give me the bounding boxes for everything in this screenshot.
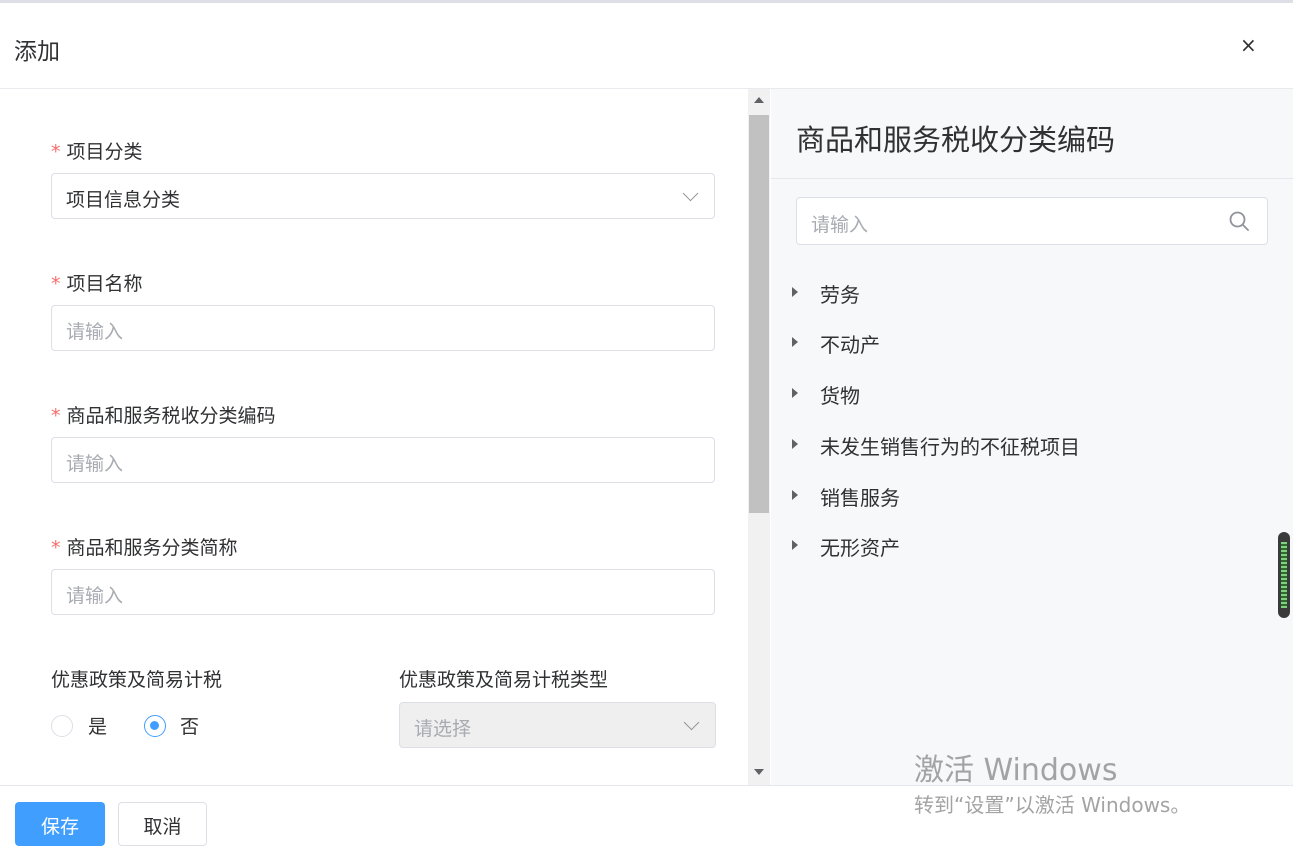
category-label-text: 项目分类 xyxy=(66,141,143,163)
tree-item-label: 劳务 xyxy=(820,283,860,307)
form-panel: * 项目分类 项目信息分类 * 项目名称 请输入 * 商品和服务税收分类编码 请输入 … xyxy=(0,89,748,785)
search-icon[interactable] xyxy=(1229,211,1249,231)
category-label: * 项目分类 xyxy=(51,137,143,164)
name-label: * 项目名称 xyxy=(51,269,143,296)
scroll-up-arrow-icon[interactable] xyxy=(754,97,764,103)
tax-search-input[interactable]: 请输入 xyxy=(796,197,1268,245)
radio-no-label[interactable]: 否 xyxy=(180,712,199,739)
short-name-placeholder: 请输入 xyxy=(66,585,124,607)
radio-yes-label[interactable]: 是 xyxy=(88,712,107,739)
tax-code-input[interactable]: 请输入 xyxy=(51,437,715,483)
tree-item-label: 不动产 xyxy=(820,333,880,357)
caret-right-icon[interactable] xyxy=(792,490,798,500)
windows-activation-watermark: 激活 Windows 转到“设置”以激活 Windows。 xyxy=(914,753,1190,819)
name-placeholder: 请输入 xyxy=(66,321,124,343)
preferential-type-placeholder: 请选择 xyxy=(414,718,472,740)
name-input[interactable]: 请输入 xyxy=(51,305,715,351)
tax-code-label-text: 商品和服务税收分类编码 xyxy=(66,405,276,427)
chevron-down-icon xyxy=(683,714,700,731)
short-name-label: * 商品和服务分类简称 xyxy=(51,533,238,560)
required-mark: * xyxy=(51,537,61,559)
watermark-line1: 激活 Windows xyxy=(914,753,1118,788)
caret-right-icon[interactable] xyxy=(792,287,798,297)
tax-search-placeholder: 请输入 xyxy=(811,214,869,236)
category-select[interactable]: 项目信息分类 xyxy=(51,173,715,219)
preferential-type-select: 请选择 xyxy=(399,702,716,748)
side-drag-handle[interactable] xyxy=(1278,532,1290,618)
dialog-header: 添加 × xyxy=(0,3,1293,89)
tax-code-label: * 商品和服务税收分类编码 xyxy=(51,401,276,428)
required-mark: * xyxy=(51,405,61,427)
tree-item-label: 货物 xyxy=(820,384,860,408)
short-name-input[interactable]: 请输入 xyxy=(51,569,715,615)
required-mark: * xyxy=(51,141,61,163)
radio-yes[interactable] xyxy=(51,715,73,737)
radio-no[interactable] xyxy=(144,715,166,737)
dialog-title: 添加 xyxy=(14,39,60,65)
preferential-type-label: 优惠政策及简易计税类型 xyxy=(399,669,609,691)
caret-right-icon[interactable] xyxy=(792,388,798,398)
watermark-line2: 转到“设置”以激活 Windows。 xyxy=(914,793,1191,817)
caret-right-icon[interactable] xyxy=(792,439,798,449)
caret-right-icon[interactable] xyxy=(792,540,798,550)
preferential-label: 优惠政策及简易计税 xyxy=(51,669,223,691)
caret-right-icon[interactable] xyxy=(792,337,798,347)
cancel-button[interactable]: 取消 xyxy=(118,802,207,846)
chevron-down-icon xyxy=(682,185,699,202)
category-value: 项目信息分类 xyxy=(66,189,181,211)
tree-item-label: 销售服务 xyxy=(820,486,900,510)
tax-code-placeholder: 请输入 xyxy=(66,453,124,475)
tax-panel-title: 商品和服务税收分类编码 xyxy=(796,123,1116,157)
tax-panel-divider xyxy=(771,178,1293,179)
required-mark: * xyxy=(51,273,61,295)
tree-item-label: 未发生销售行为的不征税项目 xyxy=(820,435,1080,459)
tree-item-label: 无形资产 xyxy=(820,536,900,560)
form-scrollbar[interactable] xyxy=(748,89,770,785)
name-label-text: 项目名称 xyxy=(66,273,143,295)
save-button[interactable]: 保存 xyxy=(15,802,105,846)
close-icon[interactable]: × xyxy=(1240,33,1257,57)
tax-code-panel: 商品和服务税收分类编码 请输入 劳务 不动产 货物 未发生销售行为的不征税项目 … xyxy=(771,89,1293,785)
scroll-down-arrow-icon[interactable] xyxy=(754,769,764,775)
short-name-label-text: 商品和服务分类简称 xyxy=(66,537,238,559)
scrollbar-thumb[interactable] xyxy=(749,115,769,513)
